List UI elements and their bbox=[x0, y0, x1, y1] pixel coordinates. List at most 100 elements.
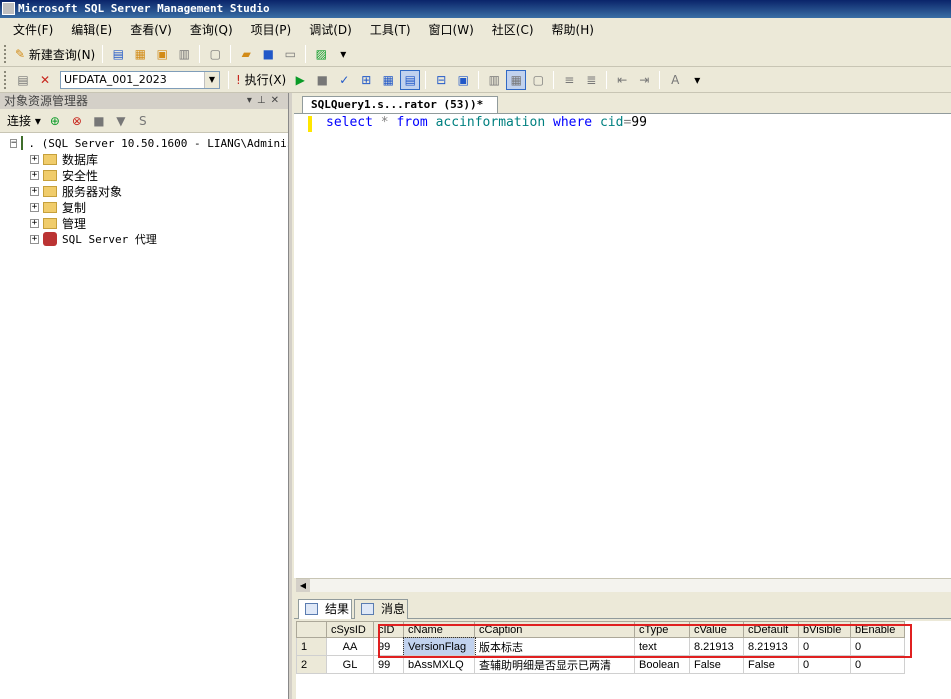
menu-view[interactable]: 查看(V) bbox=[121, 20, 181, 40]
grid-cell[interactable]: bAssMXLQ bbox=[403, 655, 475, 674]
expand-icon[interactable]: + bbox=[30, 218, 39, 228]
collapse-icon[interactable]: − bbox=[10, 138, 18, 148]
open-folder-icon[interactable]: ▰ bbox=[236, 44, 256, 64]
tab-results[interactable]: 结果 bbox=[298, 599, 352, 619]
grid-cell[interactable]: 99 bbox=[373, 637, 404, 656]
grid-cell[interactable]: 0 bbox=[850, 655, 905, 674]
grid-cell[interactable]: 8.21913 bbox=[743, 637, 799, 656]
column-header[interactable]: cID bbox=[373, 621, 404, 638]
grid-cell[interactable]: 8.21913 bbox=[689, 637, 744, 656]
connect-button[interactable]: 连接 ▾ bbox=[4, 111, 44, 131]
debug-play-icon[interactable]: ▶ bbox=[290, 70, 310, 90]
results-grid[interactable]: cSysID cID cName cCaption cType cValue c… bbox=[296, 621, 951, 699]
grid-cell[interactable]: 版本标志 bbox=[474, 637, 635, 656]
column-header[interactable]: cDefault bbox=[743, 621, 799, 638]
sql-editor[interactable]: select * from accinformation where cid=9… bbox=[294, 113, 951, 578]
toolbar-overflow-icon[interactable]: ▾ bbox=[333, 44, 353, 64]
expand-icon[interactable]: + bbox=[30, 234, 39, 244]
tree-item-management[interactable]: + 管理 bbox=[0, 215, 288, 231]
row-number[interactable]: 1 bbox=[296, 637, 327, 656]
toolbar-grip[interactable] bbox=[4, 45, 8, 63]
tree-item-security[interactable]: + 安全性 bbox=[0, 167, 288, 183]
menu-project[interactable]: 项目(P) bbox=[242, 20, 301, 40]
menu-file[interactable]: 文件(F) bbox=[4, 20, 62, 40]
database-engine-query-icon[interactable]: ▤ bbox=[108, 44, 128, 64]
grid-cell[interactable]: 0 bbox=[798, 655, 851, 674]
tree-item-sql-agent[interactable]: + SQL Server 代理 bbox=[0, 231, 288, 247]
expand-icon[interactable]: + bbox=[30, 186, 39, 196]
uncomment-icon[interactable]: ≣ bbox=[581, 70, 601, 90]
menu-edit[interactable]: 编辑(E) bbox=[62, 20, 121, 40]
results-to-file-icon[interactable]: ▢ bbox=[528, 70, 548, 90]
results-grid-icon[interactable]: ▦ bbox=[506, 69, 527, 90]
decrease-indent-icon[interactable]: ⇤ bbox=[612, 70, 632, 90]
grid-cell[interactable]: 0 bbox=[798, 637, 851, 656]
toolbar-overflow-icon[interactable]: ▾ bbox=[687, 70, 707, 90]
grid-cell[interactable]: 0 bbox=[850, 637, 905, 656]
new-file-icon[interactable]: ▢ bbox=[205, 44, 225, 64]
analysis-query-icon[interactable]: ▦ bbox=[130, 44, 150, 64]
results-to-text-icon[interactable]: ▥ bbox=[484, 70, 504, 90]
xmla-query-icon[interactable]: ▥ bbox=[174, 44, 194, 64]
grid-cell[interactable]: False bbox=[689, 655, 744, 674]
close-icon[interactable]: ✕ bbox=[271, 95, 284, 106]
expand-icon[interactable]: + bbox=[30, 202, 39, 212]
column-header[interactable]: cCaption bbox=[474, 621, 635, 638]
sql-line[interactable]: select * from accinformation where cid=9… bbox=[326, 115, 647, 131]
stop-icon[interactable]: ■ bbox=[89, 111, 109, 131]
column-header[interactable]: cValue bbox=[689, 621, 744, 638]
specify-values-icon[interactable]: A bbox=[665, 70, 685, 90]
parse-check-icon[interactable]: ✓ bbox=[334, 70, 354, 90]
column-header[interactable]: bEnable bbox=[850, 621, 905, 638]
query-designer-icon[interactable]: ▦ bbox=[378, 70, 398, 90]
increase-indent-icon[interactable]: ⇥ bbox=[634, 70, 654, 90]
disconnect-server-icon[interactable]: ⊗ bbox=[67, 111, 87, 131]
disconnect-icon[interactable]: ✕ bbox=[35, 70, 55, 90]
database-select[interactable]: UFDATA_001_2023 ▼ bbox=[60, 70, 220, 89]
stop-icon[interactable]: ■ bbox=[312, 70, 332, 90]
include-plan-icon[interactable]: ⊟ bbox=[431, 70, 451, 90]
tree-server-node[interactable]: − . (SQL Server 10.50.1600 - LIANG\Admin… bbox=[0, 135, 288, 151]
grid-cell[interactable]: text bbox=[634, 637, 690, 656]
menu-help[interactable]: 帮助(H) bbox=[543, 20, 603, 40]
toolbar-grip[interactable] bbox=[4, 70, 8, 89]
expand-icon[interactable]: + bbox=[30, 154, 39, 164]
grid-cell-selected[interactable]: VersionFlag bbox=[402, 636, 476, 657]
menu-community[interactable]: 社区(C) bbox=[483, 20, 543, 40]
execute-button[interactable]: ! 执行(X) bbox=[233, 70, 289, 90]
menu-tools[interactable]: 工具(T) bbox=[361, 20, 420, 40]
results-to-grid-icon[interactable]: ▤ bbox=[400, 69, 421, 90]
menu-query[interactable]: 查询(Q) bbox=[181, 20, 242, 40]
client-stats-icon[interactable]: ▣ bbox=[453, 70, 473, 90]
refresh-icon[interactable]: S bbox=[133, 111, 153, 131]
grid-cell[interactable]: 99 bbox=[373, 655, 404, 674]
activity-monitor-icon[interactable]: ▨ bbox=[311, 44, 331, 64]
horizontal-scrollbar[interactable]: ◀ bbox=[296, 578, 951, 592]
tab-messages[interactable]: 消息 bbox=[354, 599, 408, 619]
column-header[interactable]: cType bbox=[634, 621, 690, 638]
menu-window[interactable]: 窗口(W) bbox=[420, 20, 483, 40]
column-header[interactable]: cSysID bbox=[326, 621, 374, 638]
tree-item-server-objects[interactable]: + 服务器对象 bbox=[0, 183, 288, 199]
dmx-query-icon[interactable]: ▣ bbox=[152, 44, 172, 64]
scroll-left-icon[interactable]: ◀ bbox=[296, 579, 310, 592]
tree-item-replication[interactable]: + 复制 bbox=[0, 199, 288, 215]
panel-dropdown-icon[interactable]: ▾ bbox=[247, 95, 257, 106]
grid-cell[interactable]: AA bbox=[326, 637, 374, 656]
grid-cell[interactable]: 查辅助明细是否显示已两清 bbox=[474, 655, 635, 674]
grid-cell[interactable]: GL bbox=[326, 655, 374, 674]
save-icon[interactable]: ■ bbox=[258, 44, 278, 64]
menu-debug[interactable]: 调试(D) bbox=[300, 20, 361, 40]
filter-icon[interactable]: ▼ bbox=[111, 111, 131, 131]
row-header-corner[interactable] bbox=[296, 621, 327, 638]
connect-icon[interactable]: ▤ bbox=[13, 70, 33, 90]
new-query-button[interactable]: ✎ 新建查询(N) bbox=[12, 44, 98, 64]
tree-item-databases[interactable]: + 数据库 bbox=[0, 151, 288, 167]
grid-cell[interactable]: Boolean bbox=[634, 655, 690, 674]
estimated-plan-icon[interactable]: ⊞ bbox=[356, 70, 376, 90]
expand-icon[interactable]: + bbox=[30, 170, 39, 180]
connect-server-icon[interactable]: ⊕ bbox=[45, 111, 65, 131]
column-header[interactable]: cName bbox=[403, 621, 475, 638]
column-header[interactable]: bVisible bbox=[798, 621, 851, 638]
print-icon[interactable]: ▭ bbox=[280, 44, 300, 64]
